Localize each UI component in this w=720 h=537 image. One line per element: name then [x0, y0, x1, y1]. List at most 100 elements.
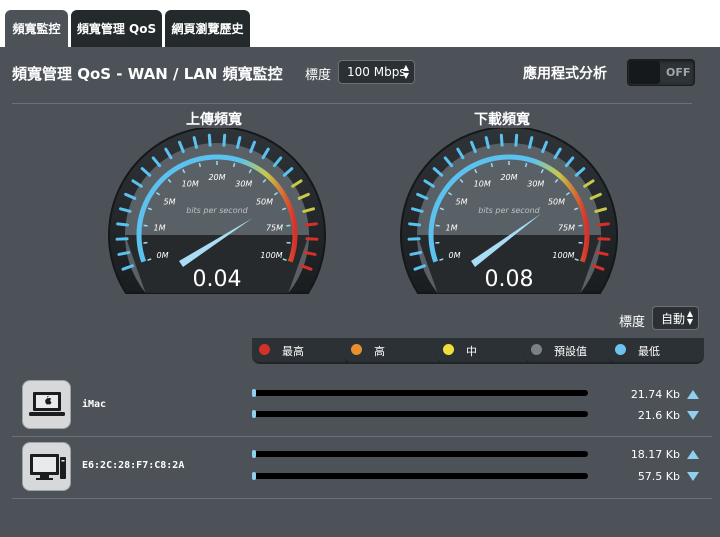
gauge-tick-label: 1M	[153, 223, 165, 232]
upload-gauge: 0M 1M 5M 10M 20M 30M 50M 75M 100M bits per second…	[108, 128, 326, 294]
priority-label: 預設值	[554, 345, 587, 358]
gauge-tick-label: 50M	[548, 198, 565, 207]
row-divider	[12, 498, 712, 499]
tab-bandwidth-monitor[interactable]: 頻寬監控	[5, 10, 68, 47]
priority-dot-icon	[615, 344, 626, 355]
tab-qos[interactable]: 頻寬管理 QoS	[71, 10, 162, 47]
gauge-tick-label: 0M	[448, 251, 460, 260]
gauge-tick-label: 100M	[552, 251, 574, 260]
download-gauge-title: 下載頻寬	[474, 112, 530, 128]
client-icon-device[interactable]	[22, 442, 71, 491]
upload-arrow-icon	[687, 450, 699, 459]
client-icon-imac[interactable]	[22, 380, 71, 429]
gauge-tick-label: 75M	[558, 223, 575, 232]
upload-bar-fill	[252, 389, 257, 397]
client-name: E6:2C:28:F7:C8:2A	[82, 460, 185, 471]
priority-dot-icon	[531, 344, 542, 355]
gauge-tick	[409, 250, 423, 256]
client-download-rate: 57.5 Kb	[637, 470, 680, 483]
select-arrows-icon: ▲ ▼	[686, 309, 693, 326]
client-download-rate: 21.6 Kb	[637, 409, 680, 422]
priority-dot-icon	[351, 344, 362, 355]
gauge-tick	[595, 250, 609, 256]
gauge-tick	[222, 133, 227, 147]
gauge-tick	[499, 133, 504, 147]
select-arrows-icon: ▲ ▼	[402, 63, 409, 80]
client-upload-bar	[252, 389, 588, 397]
priority-dot-icon	[443, 344, 454, 355]
client-scale-select[interactable]: 自動 ▲ ▼	[652, 306, 699, 330]
download-gauge: 0M 1M 5M 10M 20M 30M 50M 75M 100M bits per second…	[400, 128, 618, 294]
tab-bar: 頻寬監控 頻寬管理 QoS 網頁瀏覽歷史	[0, 0, 720, 47]
gauge-minor-tick	[198, 162, 202, 168]
toggle-state: OFF	[666, 66, 691, 79]
client-download-bar	[252, 472, 588, 480]
gauge-tick-label: 20M	[500, 173, 517, 182]
gauge-tick	[207, 133, 212, 147]
gauge-tick-label: 0M	[156, 251, 168, 260]
client-upload-bar	[252, 450, 588, 458]
gauge-tick	[116, 222, 130, 227]
app-analysis-label: 應用程式分析	[523, 66, 607, 82]
client-download-bar	[252, 410, 588, 418]
gauge-tick-label: 10M	[182, 180, 199, 189]
gauge-minor-tick	[578, 224, 583, 227]
gauge-tick-label: 1M	[445, 223, 457, 232]
gauge-units: bits per second	[186, 206, 248, 215]
gauge-tick-label: 5M	[455, 198, 467, 207]
upload-arrow-icon	[687, 390, 699, 399]
priority-lowest: 最低	[608, 338, 704, 364]
scale-select-value: 100 Mbps	[347, 65, 406, 79]
gauge-tick-label: 50M	[256, 198, 273, 207]
priority-label: 高	[374, 345, 385, 358]
row-divider	[12, 436, 712, 437]
apple-laptop-icon	[29, 392, 65, 416]
download-arrow-icon	[687, 472, 699, 481]
gauge-tick	[304, 222, 318, 227]
gauge-minor-tick	[524, 162, 528, 168]
priority-label: 最低	[638, 345, 660, 358]
gauge-tick-label: 75M	[266, 223, 283, 232]
client-scale-label: 標度	[619, 315, 646, 330]
gauge-units: bits per second	[478, 206, 540, 215]
gauge-tick	[514, 133, 519, 147]
app-analysis-toggle[interactable]: OFF	[627, 59, 695, 86]
scale-select[interactable]: 100 Mbps ▲ ▼	[338, 60, 415, 84]
monitor-icon	[30, 454, 66, 480]
priority-label: 最高	[282, 345, 304, 358]
client-name: iMac	[82, 399, 107, 410]
header-divider	[12, 103, 692, 104]
download-arrow-icon	[687, 411, 699, 420]
gauge-minor-tick	[143, 224, 148, 227]
gauge-tick	[596, 222, 610, 227]
priority-highest: 最高	[252, 338, 356, 364]
gauge-tick	[303, 250, 317, 256]
upload-gauge-title: 上傳頻寬	[186, 112, 242, 128]
client-upload-rate: 21.74 Kb	[630, 388, 680, 401]
priority-label: 中	[466, 345, 477, 358]
toggle-knob	[629, 61, 660, 84]
client-upload-rate: 18.17 Kb	[630, 448, 680, 461]
gauge-tick	[117, 250, 131, 256]
priority-high: 高	[344, 338, 448, 364]
gauge-tick	[408, 222, 422, 227]
gauge-minor-tick	[232, 162, 236, 168]
gauge-tick-label: 30M	[235, 180, 252, 189]
tab-web-history[interactable]: 網頁瀏覽歷史	[165, 10, 250, 47]
gauge-value: 0.04	[193, 267, 242, 292]
download-bar-fill	[252, 472, 257, 480]
page-title: 頻寬管理 QoS - WAN / LAN 頻寬監控	[12, 65, 283, 83]
gauge-tick-label: 30M	[527, 180, 544, 189]
gauge-tick-label: 5M	[163, 198, 175, 207]
download-bar-fill	[252, 410, 257, 418]
upload-bar-fill	[252, 450, 257, 458]
gauge-tick-label: 20M	[208, 173, 225, 182]
scale-label: 標度	[305, 68, 332, 83]
client-scale-value: 自動	[661, 311, 686, 326]
gauge-tick-label: 10M	[474, 180, 491, 189]
priority-dot-icon	[259, 344, 270, 355]
gauge-minor-tick	[286, 224, 291, 227]
gauge-minor-tick	[435, 224, 440, 227]
gauge-minor-tick	[490, 162, 494, 168]
gauge-tick-label: 100M	[260, 251, 282, 260]
